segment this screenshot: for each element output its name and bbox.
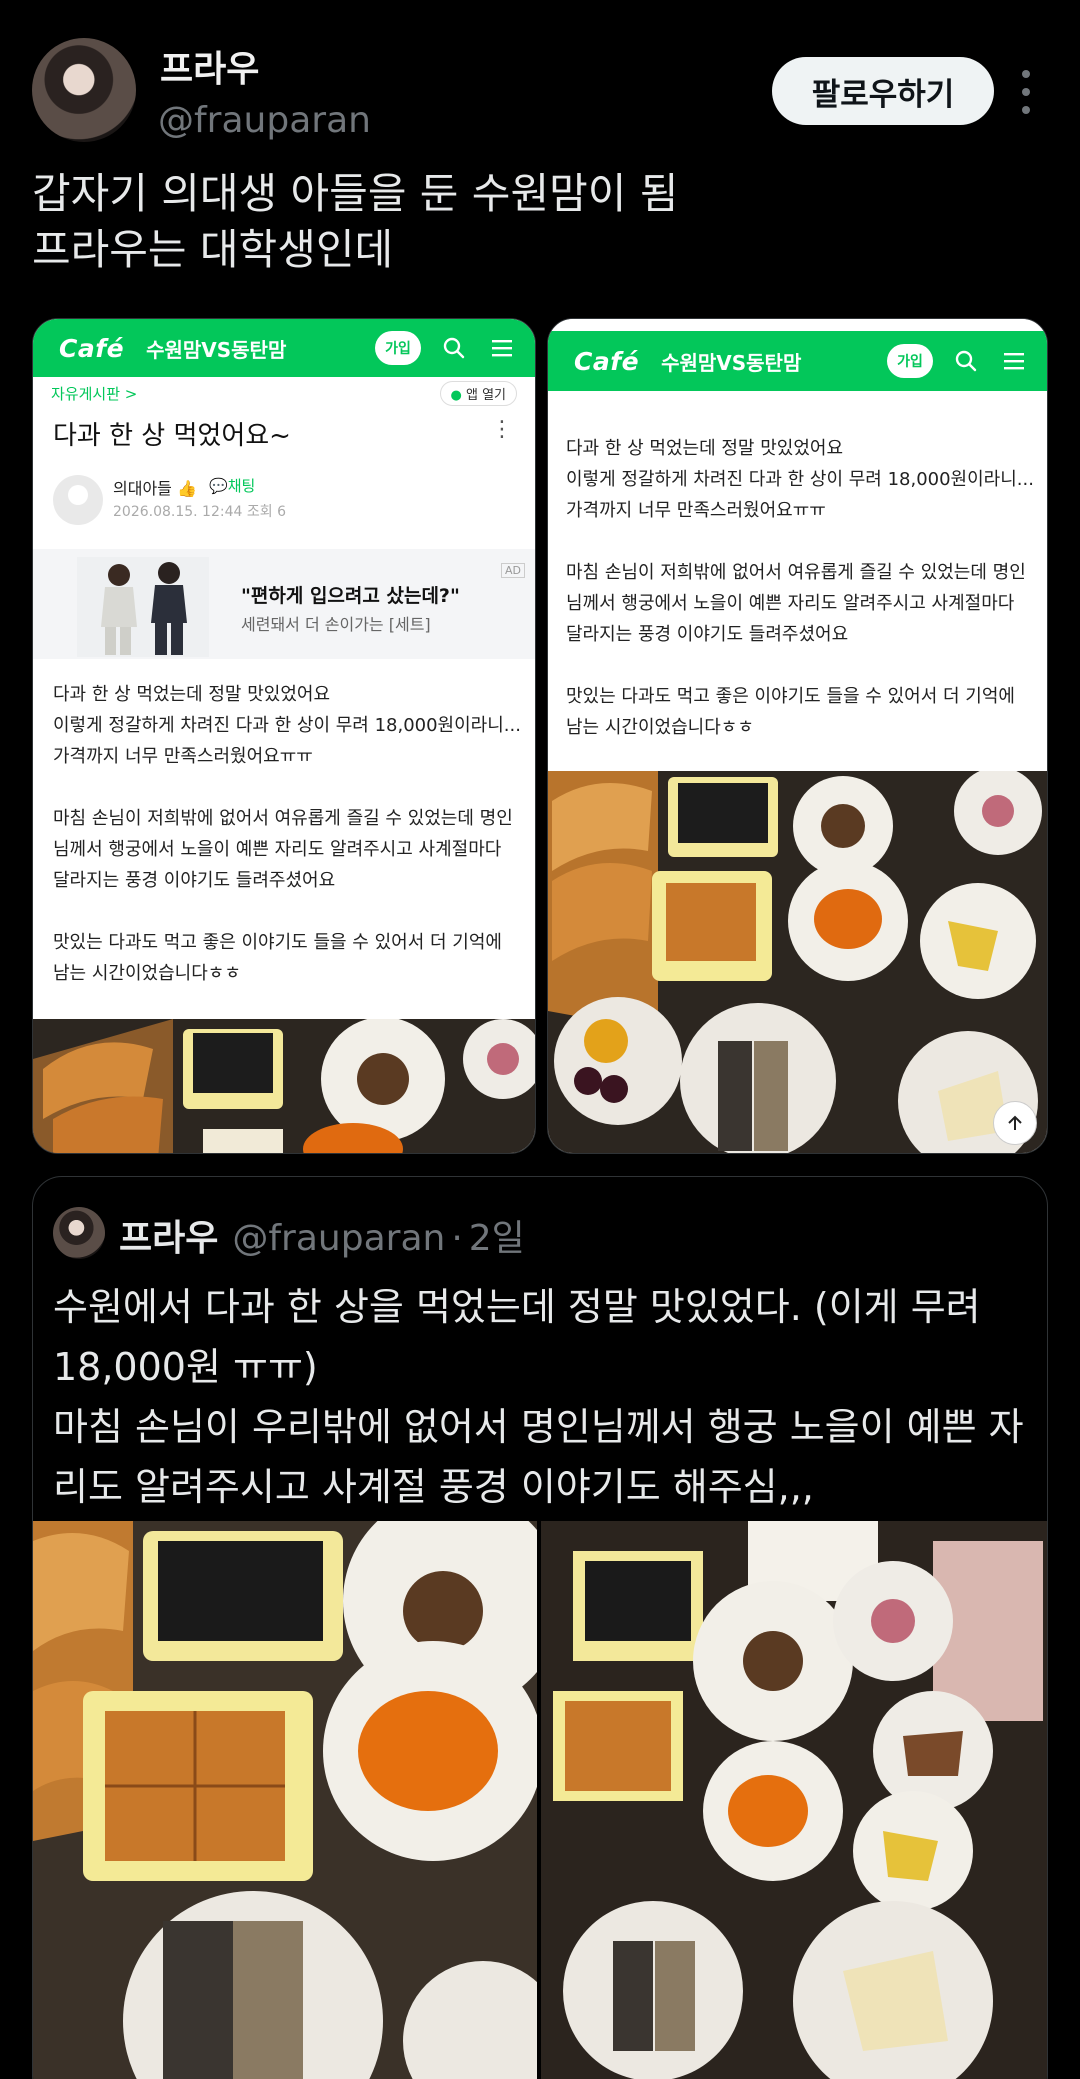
tweet-text: 갑자기 의대생 아들을 둔 수원맘이 됨 프라우는 대학생인데 [32,169,679,274]
search-icon [439,333,469,363]
dessert-photos [33,1491,1047,2079]
app-open-label: 앱 열기 [465,387,506,403]
post-body: 다과 한 상 먹었는데 정말 맛있었어요 이렇게 정갈하게 차려진 다과 한 상… [566,438,1034,738]
board-link: 자유게시판 > [51,384,138,403]
quoted-author-name: 프라우 [119,1218,219,1259]
cafe-screenshot-left[interactable]: Café 수원맘VS동탄맘 가입 자유게시판 > ● 앱 열기 다과 한 상 먹… [32,318,536,1154]
quoted-tweet-header: 프라우 @frauparan · 2일 [119,1209,525,1261]
author-avatar[interactable] [32,38,136,142]
quoted-timestamp: 2일 [468,1218,525,1259]
chat-link: 💬채팅 [209,475,255,496]
app-open-button: ● 앱 열기 [439,380,517,406]
post-author-name: 의대아들 👍 [113,479,197,498]
menu-icon [487,333,517,363]
cafe-top-bar: Café 수원맘VS동탄맘 가입 [548,331,1047,391]
quoted-tweet-photos [33,1491,1047,2079]
ad-image [77,557,209,657]
scroll-up-icon [993,1101,1037,1145]
join-button: 가입 [375,331,421,365]
cafe-logo: Café [574,346,640,376]
post-body: 다과 한 상 먹었는데 정말 맛있었어요 이렇게 정갈하게 차려진 다과 한 상… [53,684,521,984]
separator-dot: · [451,1218,463,1259]
ad-headline: "편하게 입으려고 샀는데?" [241,585,460,607]
dessert-photo [548,771,1047,1153]
cafe-logo: Café [59,333,125,363]
author-name[interactable]: 프라우 [160,40,259,92]
ad-subtext: 세련돼서 더 손이가는 [세트] [241,615,431,634]
post-options-icon: ⋮ [491,417,513,442]
ad-banner: "편하게 입으려고 샀는데?" 세련돼서 더 손이가는 [세트] AD [33,549,535,659]
author-handle[interactable]: @frauparan [158,100,371,141]
post-author-avatar [53,475,103,525]
dessert-photo [33,1019,535,1153]
app-icon: ● [450,387,466,403]
quoted-tweet[interactable]: 프라우 @frauparan · 2일 수원에서 다과 한 상을 먹었는데 정말… [32,1176,1048,2079]
post-title: 다과 한 상 먹었어요~ [53,421,291,451]
join-button: 가입 [887,344,933,378]
quoted-author-handle: @frauparan [232,1218,446,1259]
chat-icon: 💬 [209,477,228,495]
ad-tag: AD [501,563,525,578]
follow-button[interactable]: 팔로우하기 [772,57,994,125]
post-meta: 2026.08.15. 12:44 조회 6 [113,504,286,520]
cafe-name: 수원맘VS동탄맘 [661,350,802,375]
quoted-tweet-text: 수원에서 다과 한 상을 먹었는데 정말 맛있었다. (이게 무려 18,000… [53,1285,1024,1509]
thumb-icon: 👍 [176,479,197,498]
cafe-screenshot-right[interactable]: Café 수원맘VS동탄맘 가입 다과 한 상 먹었는데 정말 맛있었어요 이렇… [547,318,1048,1154]
cafe-name: 수원맘VS동탄맘 [146,337,287,362]
chat-label: 채팅 [227,477,256,495]
menu-icon [999,346,1029,376]
quoted-author-avatar [53,1207,105,1259]
more-options-icon[interactable] [1016,70,1036,114]
search-icon [951,346,981,376]
cafe-top-bar: Café 수원맘VS동탄맘 가입 [33,319,535,377]
